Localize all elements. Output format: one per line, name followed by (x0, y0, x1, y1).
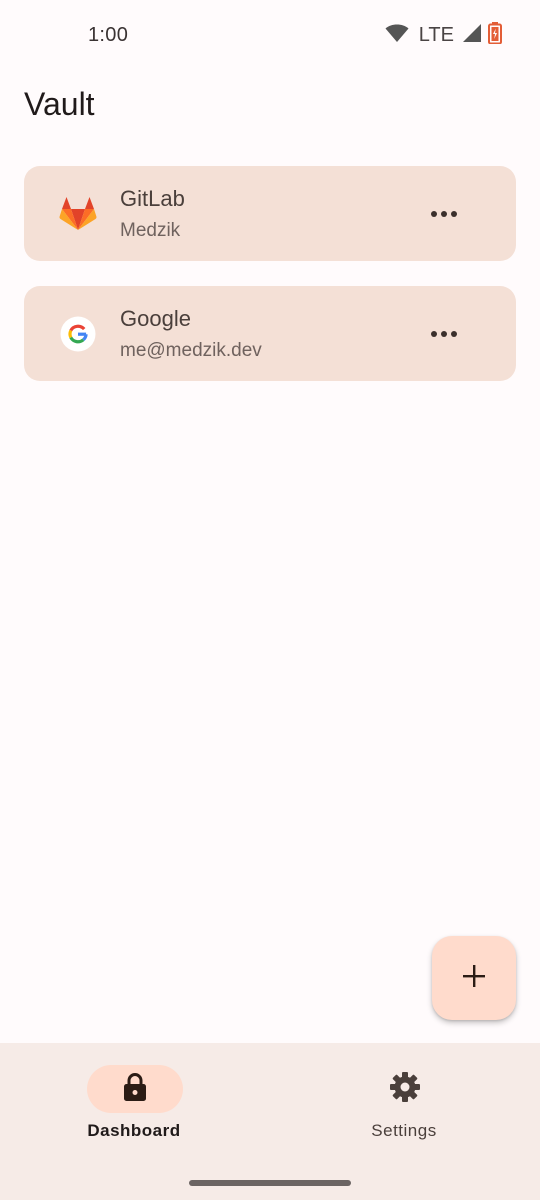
lock-icon (123, 1072, 147, 1107)
page-title: Vault (24, 86, 95, 122)
status-icons: LTE (385, 22, 502, 49)
nav-active-indicator (87, 1065, 183, 1113)
vault-item-username: me@medzik.dev (120, 340, 262, 361)
bottom-navigation: Dashboard Settings (0, 1043, 540, 1200)
google-icon (59, 315, 97, 353)
more-horiz-icon[interactable] (420, 199, 468, 229)
gesture-navigation-bar[interactable] (189, 1180, 351, 1186)
status-time: 1:00 (88, 24, 129, 46)
wifi-icon (385, 23, 409, 48)
nav-label-dashboard: Dashboard (87, 1121, 181, 1140)
vault-item-google[interactable]: Google me@medzik.dev (24, 286, 516, 381)
vault-item-name: Google (120, 306, 191, 331)
cell-signal-icon (462, 23, 482, 48)
vault-list: GitLab Medzik Google me@medzik.dev (24, 166, 516, 406)
add-icon (462, 964, 486, 993)
gitlab-icon (59, 195, 97, 233)
nav-item-settings[interactable]: Settings (314, 1063, 494, 1143)
nav-item-dashboard[interactable]: Dashboard (44, 1063, 224, 1143)
nav-label-settings: Settings (371, 1121, 437, 1140)
network-type-label: LTE (418, 24, 454, 46)
vault-item-gitlab[interactable]: GitLab Medzik (24, 166, 516, 261)
vault-item-name: GitLab (120, 186, 185, 211)
more-horiz-icon[interactable] (420, 319, 468, 349)
status-bar: 1:00 LTE (0, 0, 540, 70)
add-item-button[interactable] (432, 936, 516, 1020)
gear-icon (389, 1071, 421, 1108)
nav-icon-container (357, 1065, 453, 1113)
battery-icon (488, 22, 502, 49)
vault-item-username: Medzik (120, 220, 181, 241)
